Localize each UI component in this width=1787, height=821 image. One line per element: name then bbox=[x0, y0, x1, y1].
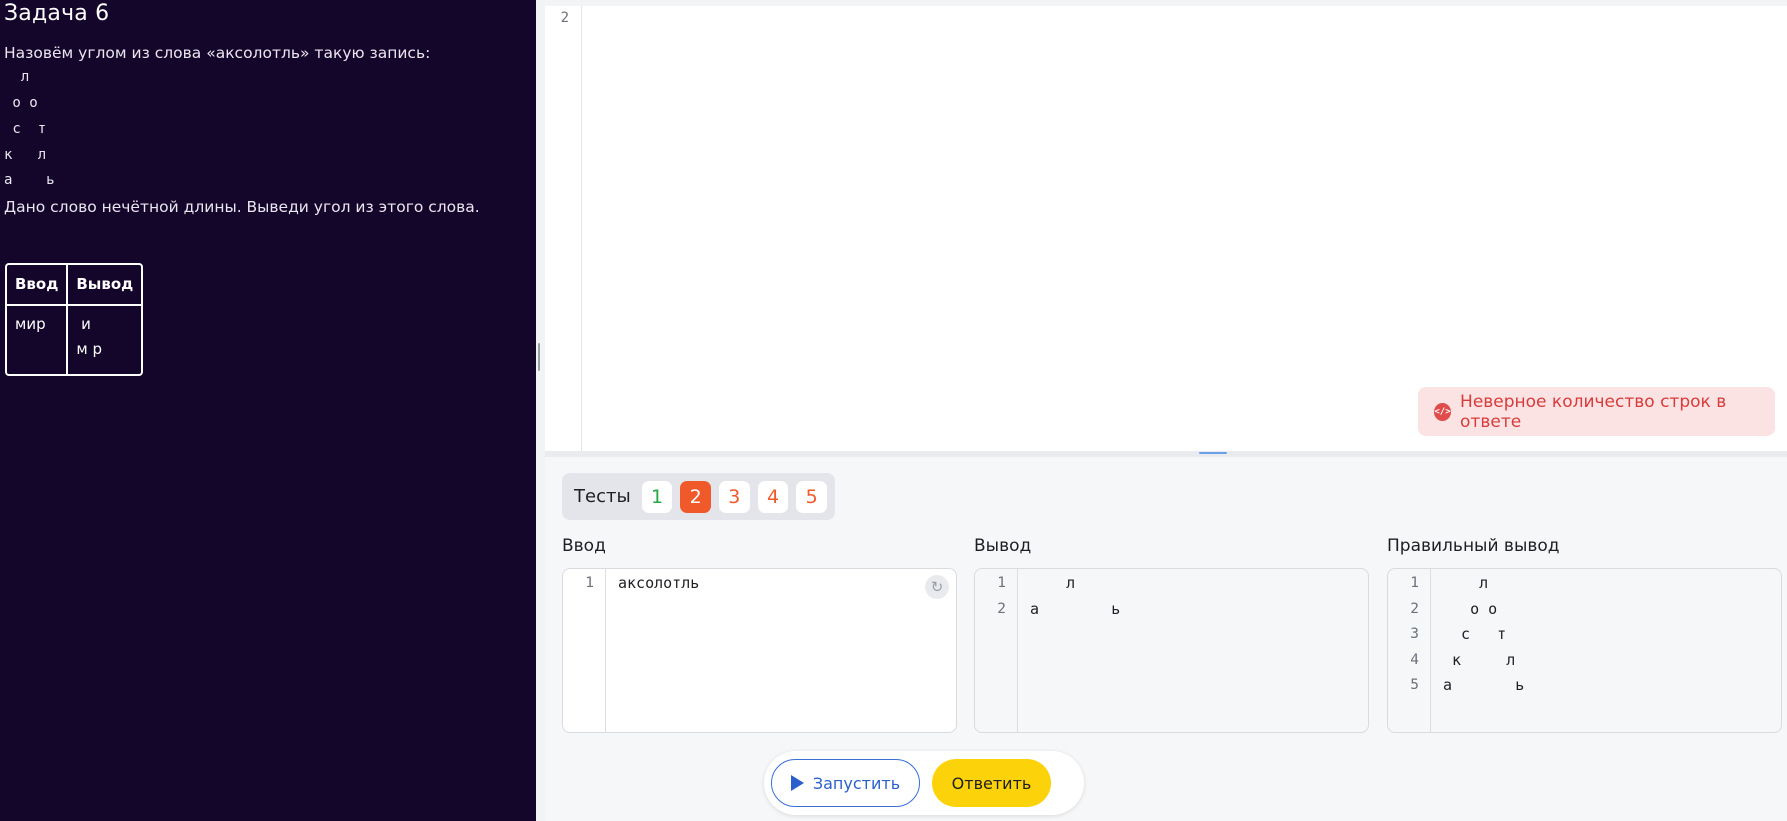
run-label: Запустить bbox=[812, 773, 901, 793]
run-button[interactable]: Запустить bbox=[771, 759, 920, 807]
example-art-line: с т bbox=[4, 121, 47, 137]
panel-splitter[interactable] bbox=[536, 0, 545, 821]
error-message: Неверное количество строк в ответе bbox=[1460, 391, 1727, 432]
expected-gutter: 1 2 3 4 5 bbox=[1388, 569, 1431, 732]
reset-icon[interactable]: ↻ bbox=[925, 575, 949, 599]
line-number: 1 bbox=[585, 575, 594, 591]
example-art-line: к л bbox=[4, 147, 47, 163]
input-line[interactable]: аксолотль bbox=[618, 574, 699, 592]
example-input-cell: мир bbox=[7, 306, 69, 374]
answer-label: Ответить bbox=[951, 773, 1032, 793]
error-toast: </> Неверное количество строк в ответе bbox=[1418, 387, 1775, 436]
test-tab-1[interactable]: 1 bbox=[641, 480, 673, 513]
example-output-cell: и м р bbox=[68, 306, 141, 374]
input-box[interactable]: 1 аксолотль ↻ bbox=[562, 568, 957, 733]
line-number: 5 bbox=[1410, 677, 1419, 693]
tests-bar: Тесты 1 2 3 4 5 bbox=[562, 473, 835, 520]
input-gutter: 1 bbox=[563, 569, 606, 732]
example-header-output: Вывод bbox=[68, 265, 142, 306]
resize-grip[interactable] bbox=[1199, 452, 1227, 454]
example-art-line: л bbox=[4, 69, 30, 85]
editor-top-band bbox=[545, 0, 1787, 6]
task-title: Задача 6 bbox=[4, 1, 110, 26]
line-number: 2 bbox=[1410, 601, 1419, 617]
example-output-value: и м р bbox=[76, 315, 102, 358]
editor-gutter: 2 bbox=[545, 6, 582, 451]
expected-line: л bbox=[1443, 574, 1489, 592]
tests-label: Тесты bbox=[574, 486, 631, 507]
expected-line: а ь bbox=[1443, 676, 1525, 694]
editor-line-number: 2 bbox=[560, 10, 569, 26]
testing-panel: Тесты 1 2 3 4 5 Ввод 1 аксолотль ↻ Вывод… bbox=[545, 457, 1787, 821]
output-box: 1 2 л а ь bbox=[974, 568, 1369, 733]
expected-line: с т bbox=[1443, 625, 1507, 643]
line-number: 4 bbox=[1410, 652, 1419, 668]
expected-box: 1 2 3 4 5 л о о с т к л а ь bbox=[1387, 568, 1782, 733]
test-tab-4[interactable]: 4 bbox=[757, 480, 789, 513]
test-tab-5[interactable]: 5 bbox=[796, 480, 828, 513]
example-art-line: а ь bbox=[4, 172, 55, 188]
example-art-line: о о bbox=[4, 95, 38, 111]
test-tab-3[interactable]: 3 bbox=[719, 480, 750, 513]
play-icon bbox=[790, 775, 804, 791]
output-label: Вывод bbox=[974, 536, 1032, 556]
test-tab-2[interactable]: 2 bbox=[680, 480, 712, 513]
expected-label: Правильный вывод bbox=[1387, 536, 1560, 556]
example-input-value: мир bbox=[15, 315, 46, 333]
task-panel: Задача 6 Назовём углом из слова «аксолот… bbox=[0, 0, 536, 821]
code-error-icon: </> bbox=[1434, 402, 1452, 421]
line-number: 1 bbox=[997, 575, 1006, 591]
line-number: 3 bbox=[1410, 626, 1419, 642]
task-intro: Назовём углом из слова «аксолотль» такую… bbox=[4, 44, 431, 62]
expected-line: к л bbox=[1443, 651, 1516, 669]
input-label: Ввод bbox=[562, 536, 606, 556]
line-number: 2 bbox=[997, 601, 1006, 617]
action-bar: Запустить Ответить bbox=[764, 751, 1084, 815]
submit-answer-button[interactable]: Ответить bbox=[932, 759, 1051, 807]
task-statement: Дано слово нечётной длины. Выведи угол и… bbox=[4, 198, 480, 216]
code-editor[interactable]: 2 </> Неверное количество строк в ответе bbox=[545, 0, 1787, 451]
expected-line: о о bbox=[1443, 600, 1498, 618]
output-line: а ь bbox=[1030, 600, 1121, 618]
line-number: 1 bbox=[1410, 575, 1419, 591]
output-line: л bbox=[1030, 574, 1076, 592]
splitter-grip[interactable] bbox=[538, 343, 540, 371]
example-table: Ввод Вывод мир и м р bbox=[5, 263, 144, 376]
example-header-input: Ввод bbox=[7, 265, 69, 306]
output-gutter: 1 2 bbox=[975, 569, 1018, 732]
